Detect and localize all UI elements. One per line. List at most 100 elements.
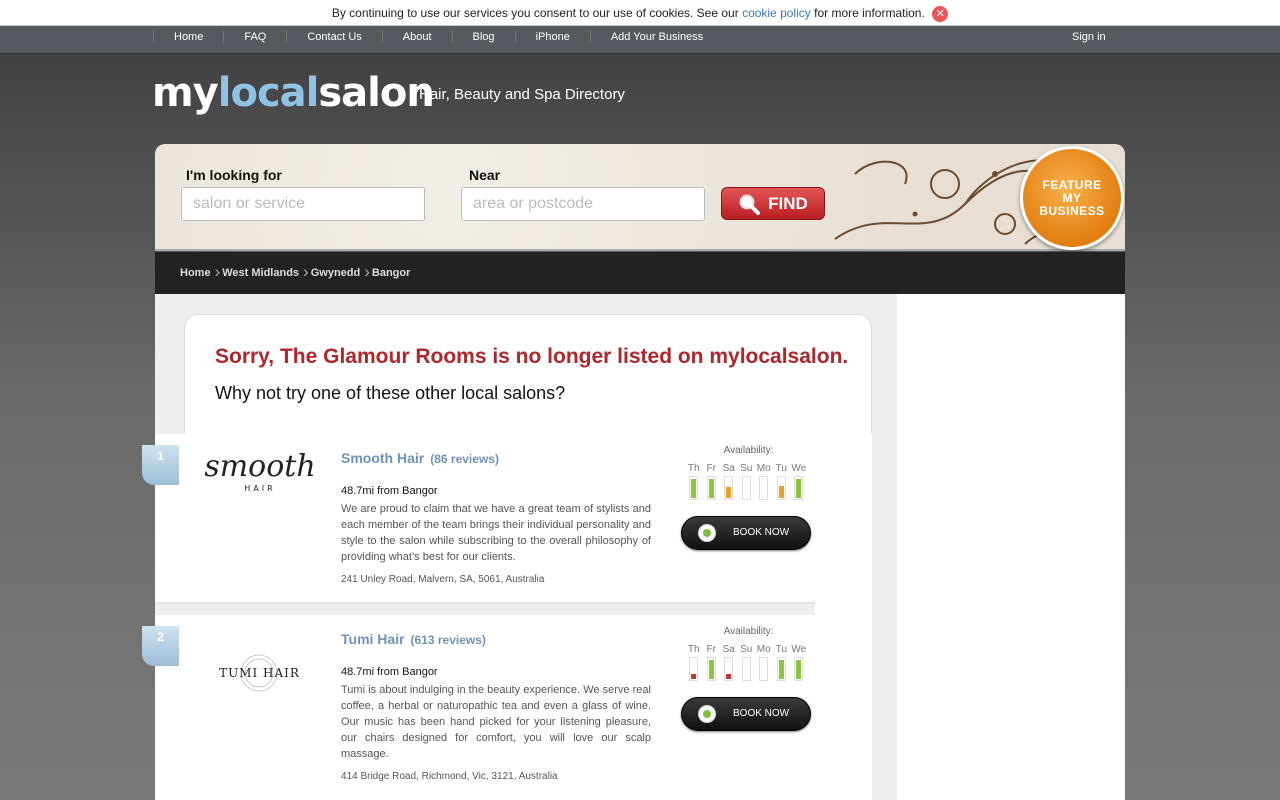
breadcrumb-region[interactable]: West Midlands (222, 267, 299, 281)
salon-name[interactable]: Smooth Hair (86 reviews) (341, 450, 499, 466)
availability-bar (741, 476, 751, 500)
availability-bar (776, 476, 786, 500)
salon-description: Tumi is about indulging in the beauty ex… (341, 684, 651, 760)
service-search-input[interactable]: salon or service (181, 187, 425, 221)
rank-badge: 2 (142, 626, 179, 666)
breadcrumb: Home › West Midlands › Gwynedd › Bangor (180, 263, 411, 281)
feature-line1: FEATURE (1042, 177, 1102, 192)
availability-label: Availability: (723, 626, 774, 637)
breadcrumb-county[interactable]: Gwynedd (311, 267, 361, 281)
sign-in-link[interactable]: Sign in (1072, 31, 1106, 43)
availability-fill (796, 660, 801, 679)
listing-panel-edge (815, 434, 872, 800)
chevron-right-icon: › (214, 262, 221, 281)
location-search-input[interactable]: area or postcode (461, 187, 705, 221)
salon-description: We are proud to claim that we have a gre… (341, 503, 651, 563)
day-label: Fr (706, 644, 716, 655)
availability-fill (778, 485, 784, 498)
book-now-label: BOOK NOW (733, 708, 790, 719)
salon-name[interactable]: Tumi Hair (613 reviews) (341, 631, 486, 647)
logo-local: local (217, 70, 320, 116)
reviews-link[interactable]: (613 reviews) (411, 633, 486, 647)
day-label: Mo (756, 644, 771, 655)
day-label: Tu (775, 644, 787, 655)
salon-logo[interactable]: smooth HAIR (197, 449, 323, 494)
reviews-link[interactable]: (86 reviews) (430, 452, 499, 466)
nav-item-home[interactable]: Home (153, 31, 223, 43)
logo-my: my (152, 70, 219, 116)
availability-bar (689, 476, 698, 500)
day-label: Sa (722, 644, 735, 655)
book-now-button[interactable]: BOOK NOW (681, 516, 811, 550)
salon-name-text: Smooth Hair (341, 450, 425, 466)
day-label: Fr (706, 463, 716, 474)
breadcrumb-home[interactable]: Home (180, 267, 211, 281)
day-label: We (791, 463, 807, 474)
top-nav: Home FAQ Contact Us About Blog iPhone Ad… (0, 26, 1280, 54)
availability-label: Availability: (723, 445, 774, 456)
site-logo[interactable]: mylocalsalon (152, 70, 435, 116)
close-icon[interactable]: ✕ (932, 5, 949, 22)
distance: 48.7mi from Bangor (341, 485, 438, 497)
nav-item-about[interactable]: About (381, 31, 452, 43)
availability-fill (796, 479, 801, 498)
find-button[interactable]: FIND (721, 187, 825, 220)
availability-days: Th Fr Sa Su Mo Tu We (685, 463, 808, 474)
nav-item-contact[interactable]: Contact Us (286, 31, 381, 43)
nav-item-blog[interactable]: Blog (451, 31, 515, 43)
status-dot-icon (698, 705, 716, 723)
salon-logo[interactable]: TUMI HAIR (212, 650, 307, 700)
availability-bar (776, 657, 786, 681)
availability-bar (706, 657, 716, 681)
distance: 48.7mi from Bangor (341, 666, 438, 678)
notice-subtitle: Why not try one of these other local sal… (215, 383, 566, 403)
availability-fill (691, 479, 696, 498)
feature-my-business-button[interactable]: FEATURE MY BUSINESS (1020, 146, 1124, 250)
availability-bar (759, 657, 768, 681)
looking-label: I'm looking for (186, 167, 282, 183)
notice-title: Sorry, The Glamour Rooms is no longer li… (215, 345, 849, 368)
status-dot-icon (698, 524, 716, 542)
breadcrumb-town[interactable]: Bangor (372, 267, 411, 281)
cookie-policy-link[interactable]: cookie policy (742, 6, 811, 20)
book-now-label: BOOK NOW (733, 527, 790, 538)
availability-bar (706, 476, 716, 500)
book-now-button[interactable]: BOOK NOW (681, 697, 811, 731)
day-label: Mo (756, 463, 771, 474)
right-sidebar (897, 294, 1125, 800)
day-label: Su (740, 644, 753, 655)
nav-item-faq[interactable]: FAQ (223, 31, 286, 43)
availability-fill (691, 673, 696, 679)
availability-fill (778, 660, 784, 679)
cookie-banner: By continuing to use our services you co… (0, 0, 1280, 26)
nav-item-add-business[interactable]: Add Your Business (589, 31, 723, 43)
cookie-text-end: for more information. (814, 6, 925, 20)
availability-fill (708, 660, 714, 679)
day-label: Th (687, 463, 700, 474)
availability-days: Th Fr Sa Su Mo Tu We (685, 644, 808, 655)
day-label: Tu (775, 463, 787, 474)
salon-address: 414 Bridge Road, Richmond, Vic, 3121, Au… (341, 771, 558, 782)
availability-bars (689, 476, 812, 500)
availability-bar (741, 657, 751, 681)
availability-fill (726, 673, 731, 679)
chevron-right-icon: › (303, 262, 309, 281)
logo-sub: HAIR (244, 484, 276, 493)
salon-name-text: Tumi Hair (341, 631, 405, 647)
day-label: Su (740, 463, 753, 474)
availability-bars (689, 657, 812, 681)
salon-address: 241 Unley Road, Malvern, SA, 5061, Austr… (341, 574, 545, 585)
availability-bar (794, 657, 803, 681)
logo-text: smooth (204, 449, 316, 484)
tagline: Hair, Beauty and Spa Directory (419, 86, 625, 103)
availability-fill (708, 479, 714, 498)
availability-bar (724, 476, 733, 500)
feature-line3: BUSINESS (1039, 203, 1105, 218)
near-label: Near (469, 167, 501, 183)
search-icon (739, 194, 761, 215)
day-label: We (791, 644, 807, 655)
find-label: FIND (768, 193, 808, 213)
availability-fill (726, 487, 731, 498)
breadcrumb-bar: Home › West Midlands › Gwynedd › Bangor (155, 252, 1125, 294)
nav-item-iphone[interactable]: iPhone (514, 31, 590, 43)
